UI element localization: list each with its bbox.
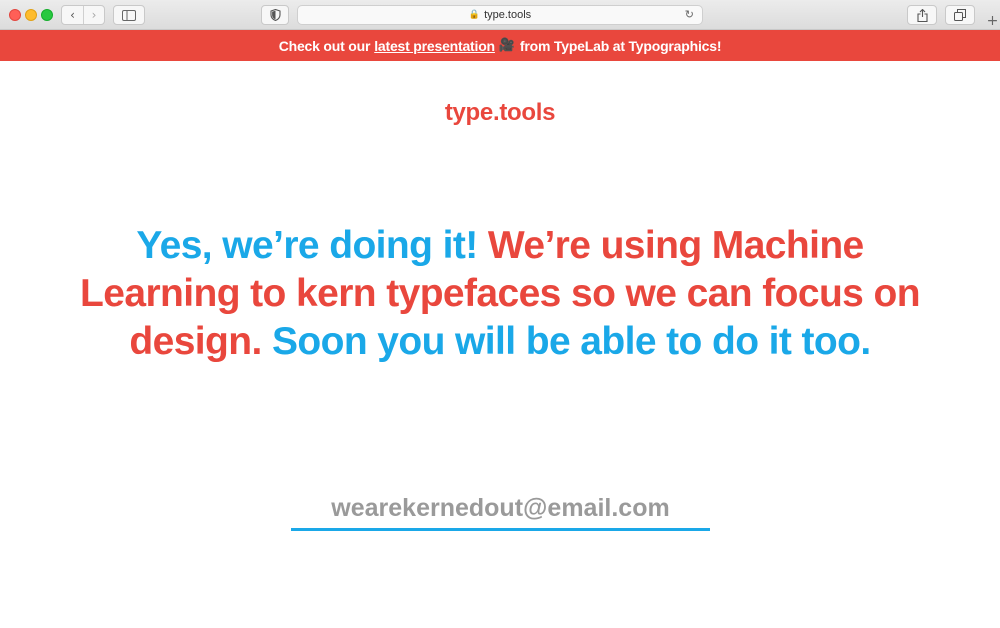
- site-logo[interactable]: type.tools: [0, 99, 1000, 127]
- minimize-window-button[interactable]: [25, 9, 37, 21]
- reload-icon[interactable]: ↻: [685, 8, 694, 21]
- shield-icon: [269, 9, 281, 21]
- email-signup: [291, 488, 710, 531]
- chevron-right-icon[interactable]: ›: [82, 6, 104, 24]
- history-navigation: ‹ ›: [61, 5, 105, 25]
- headline-part-1: Yes, we’re doing it!: [136, 224, 478, 267]
- video-camera-icon: 🎥: [498, 38, 515, 53]
- hero-headline: Yes, we’re doing it! We’re using Machine…: [60, 222, 940, 366]
- browser-toolbar: ‹ › 🔒 type.tools ↻ +: [0, 0, 1000, 30]
- privacy-report-button[interactable]: [261, 5, 289, 25]
- banner-suffix: from TypeLab at Typographics!: [519, 37, 722, 54]
- sidebar-icon: [122, 9, 136, 21]
- maximize-window-button[interactable]: [41, 9, 53, 21]
- tabs-icon: [954, 9, 966, 21]
- announcement-banner: Check out our latest presentation 🎥 from…: [0, 30, 1000, 61]
- email-input[interactable]: [291, 488, 710, 528]
- url-text: type.tools: [484, 9, 532, 21]
- lock-icon: 🔒: [468, 10, 481, 20]
- sidebar-button[interactable]: [113, 5, 145, 25]
- share-button[interactable]: [907, 5, 937, 25]
- show-tabs-button[interactable]: [945, 5, 975, 25]
- headline-part-3: Soon you will be able to do it too.: [271, 320, 871, 363]
- chevron-left-icon[interactable]: ‹: [62, 6, 83, 24]
- close-window-button[interactable]: [9, 9, 21, 21]
- latest-presentation-link[interactable]: latest presentation: [374, 38, 495, 54]
- plus-icon[interactable]: +: [985, 12, 1000, 30]
- share-icon: [916, 8, 928, 22]
- banner-prefix: Check out our: [278, 37, 371, 54]
- address-bar[interactable]: 🔒 type.tools ↻: [297, 5, 703, 25]
